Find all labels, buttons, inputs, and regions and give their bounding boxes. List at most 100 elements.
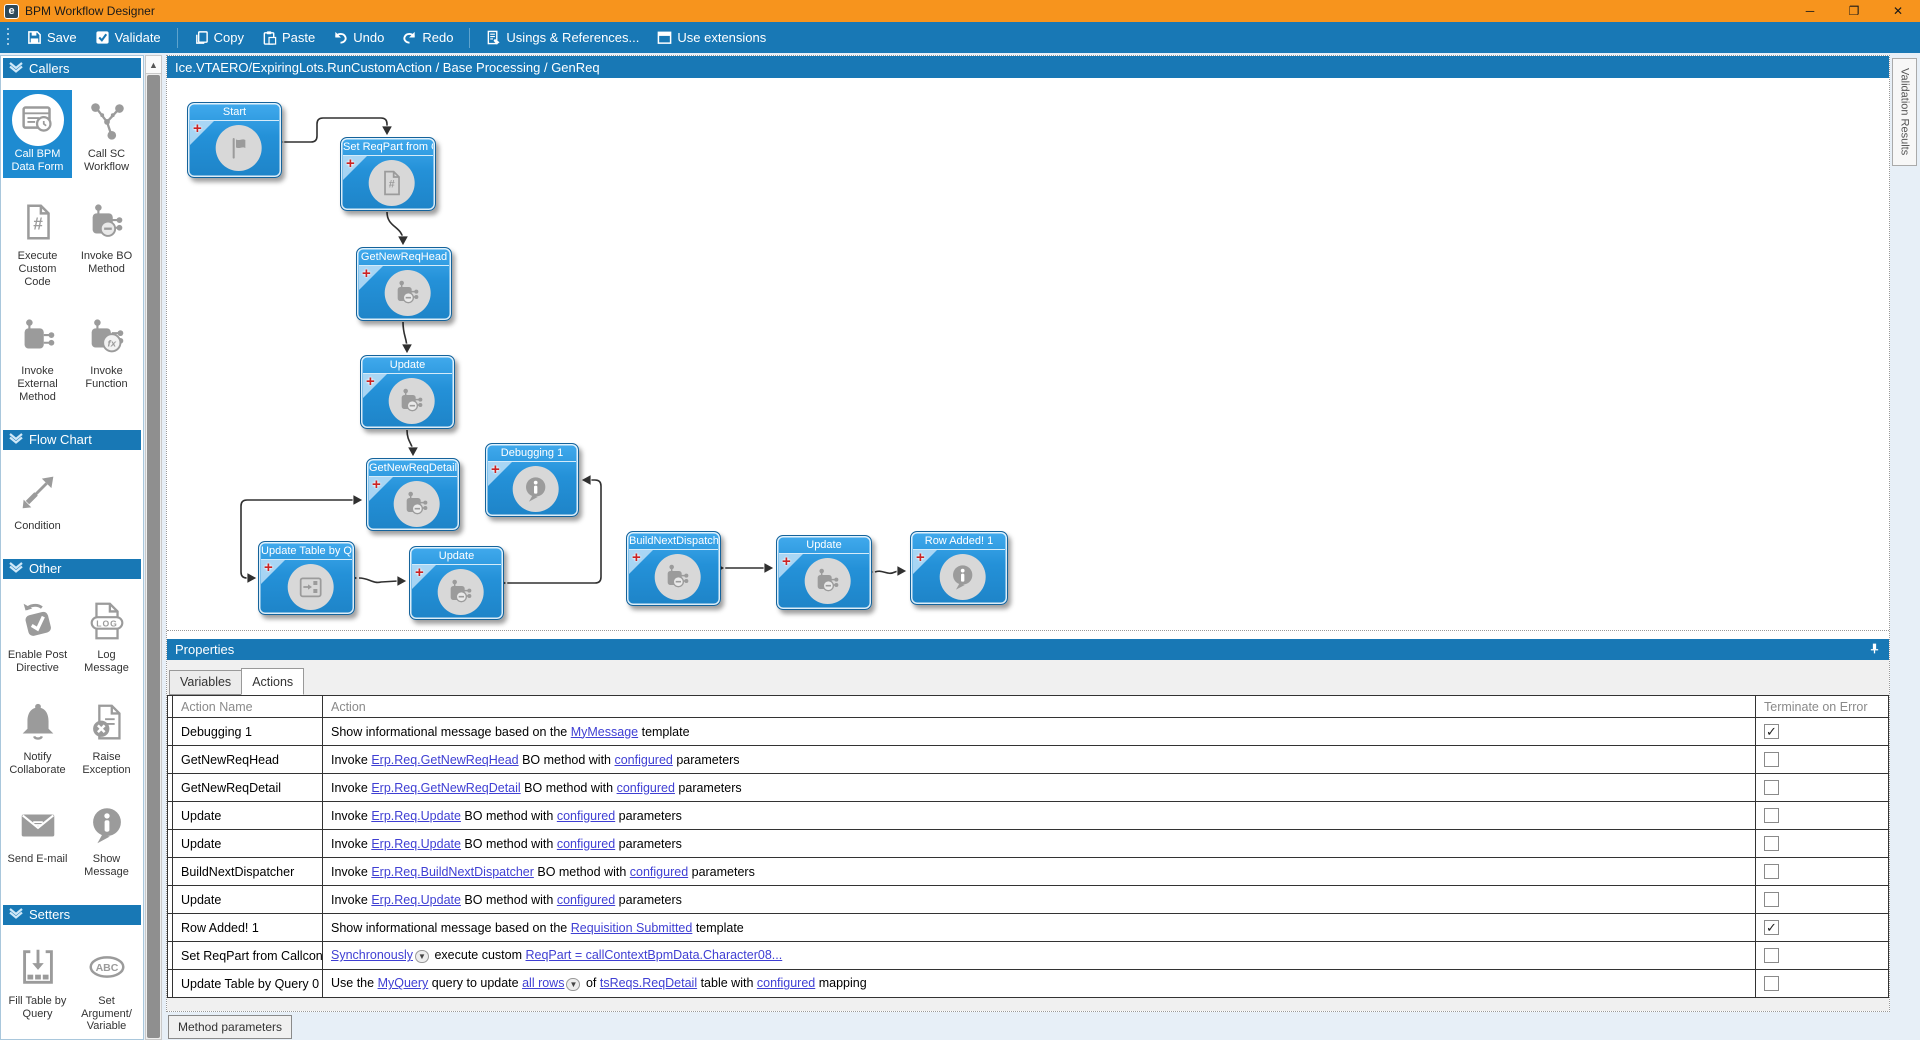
- toolbox-item-fill-table-by-query[interactable]: Fill Table by Query: [3, 937, 72, 1038]
- tab-variables[interactable]: Variables: [169, 670, 243, 695]
- action-link[interactable]: tsReqs.ReqDetail: [600, 976, 697, 990]
- terminate-checkbox[interactable]: [1764, 836, 1779, 852]
- terminate-checkbox[interactable]: [1764, 808, 1779, 824]
- column-action[interactable]: Action: [322, 695, 1756, 718]
- action-link[interactable]: ReqPart = callContextBpmData.Character08…: [526, 948, 783, 962]
- sidebar-scrollbar[interactable]: ▲: [145, 55, 162, 1040]
- toolbox-item-call-bpm-data-form[interactable]: Call BPM Data Form: [3, 90, 72, 178]
- node-add-icon[interactable]: +: [491, 462, 500, 477]
- node-add-icon[interactable]: +: [415, 565, 424, 580]
- workflow-node-buildnextdispatch[interactable]: BuildNextDispatch +: [626, 531, 721, 606]
- save-button[interactable]: Save: [18, 26, 86, 49]
- action-link[interactable]: configured: [557, 893, 615, 907]
- toolbox-item-execute-custom-code[interactable]: # Execute Custom Code: [3, 192, 72, 293]
- validation-results-tab[interactable]: Validation Results: [1892, 58, 1917, 166]
- node-add-icon[interactable]: +: [372, 477, 381, 492]
- action-link[interactable]: Erp.Req.Update: [371, 809, 461, 823]
- terminate-checkbox[interactable]: [1764, 892, 1779, 908]
- table-row[interactable]: GetNewReqHead Invoke Erp.Req.GetNewReqHea…: [167, 745, 1889, 774]
- use-extensions-button[interactable]: Use extensions: [648, 26, 775, 49]
- action-link[interactable]: Erp.Req.GetNewReqDetail: [371, 781, 520, 795]
- node-add-icon[interactable]: +: [782, 554, 791, 569]
- action-link[interactable]: configured: [757, 976, 815, 990]
- dropdown-icon[interactable]: ▼: [566, 977, 581, 991]
- toolbox-item-raise-exception[interactable]: Raise Exception: [72, 693, 141, 781]
- workflow-node-update1[interactable]: Update +: [360, 355, 455, 429]
- workflow-node-getnewreqdetail[interactable]: GetNewReqDetail +: [366, 458, 460, 531]
- workflow-node-debugging1[interactable]: Debugging 1 +: [485, 443, 579, 517]
- table-row[interactable]: GetNewReqDetail Invoke Erp.Req.GetNewReqD…: [167, 773, 1889, 802]
- tab-actions[interactable]: Actions: [241, 668, 305, 695]
- toolbox-item-invoke-bo-method[interactable]: Invoke BO Method: [72, 192, 141, 293]
- section-header-flow-chart[interactable]: Flow Chart: [3, 429, 141, 450]
- node-add-icon[interactable]: +: [632, 550, 641, 565]
- node-add-icon[interactable]: +: [362, 266, 371, 281]
- action-link[interactable]: MyQuery: [378, 976, 429, 990]
- toolbox-item-invoke-function[interactable]: fx Invoke Function: [72, 307, 141, 408]
- action-link[interactable]: Erp.Req.BuildNextDispatcher: [371, 865, 534, 879]
- action-link[interactable]: configured: [557, 809, 615, 823]
- column-action-name[interactable]: Action Name: [172, 695, 323, 718]
- workflow-node-rowadded1[interactable]: Row Added! 1 +: [910, 531, 1008, 605]
- table-row[interactable]: Row Added! 1 Show informational message b…: [167, 913, 1889, 942]
- usings-references-button[interactable]: Usings & References...: [477, 26, 648, 49]
- workflow-node-update3[interactable]: Update +: [776, 535, 872, 610]
- toolbox-item-show-message[interactable]: Show Message: [72, 795, 141, 883]
- action-link[interactable]: MyMessage: [571, 725, 638, 739]
- toolbox-item-log-message[interactable]: LOG Log Message: [72, 591, 141, 679]
- workflow-node-updatetablebyq[interactable]: Update Table by Q +: [258, 541, 355, 615]
- workflow-node-setreqpart[interactable]: Set ReqPart from C + #: [340, 137, 436, 211]
- terminate-checkbox[interactable]: ✓: [1764, 724, 1779, 740]
- validate-button[interactable]: Validate: [86, 26, 170, 49]
- scrollbar-thumb[interactable]: [147, 75, 160, 1038]
- close-button[interactable]: ✕: [1876, 0, 1920, 22]
- copy-button[interactable]: Copy: [185, 26, 253, 49]
- node-add-icon[interactable]: +: [346, 156, 355, 171]
- action-link[interactable]: Erp.Req.GetNewReqHead: [371, 753, 518, 767]
- node-add-icon[interactable]: +: [366, 374, 375, 389]
- table-row[interactable]: Update Invoke Erp.Req.Update BO method wi…: [167, 885, 1889, 914]
- table-row[interactable]: Update Invoke Erp.Req.Update BO method wi…: [167, 801, 1889, 830]
- workflow-canvas[interactable]: Start + Set ReqPart from C + # GetNewReqH…: [167, 78, 1889, 631]
- node-add-icon[interactable]: +: [916, 550, 925, 565]
- toolbox-item-notify-collaborate[interactable]: Notify Collaborate: [3, 693, 72, 781]
- method-parameters-tab[interactable]: Method parameters: [168, 1015, 293, 1039]
- terminate-checkbox[interactable]: [1764, 780, 1779, 796]
- toolbox-item-set-argument-variable[interactable]: ABC Set Argument/ Variable: [72, 937, 141, 1038]
- action-link[interactable]: Synchronously: [331, 948, 413, 962]
- minimize-button[interactable]: ─: [1788, 0, 1832, 22]
- node-add-icon[interactable]: +: [264, 560, 273, 575]
- terminate-checkbox[interactable]: [1764, 752, 1779, 768]
- table-row[interactable]: Update Invoke Erp.Req.Update BO method wi…: [167, 829, 1889, 858]
- pin-icon[interactable]: [1868, 642, 1881, 658]
- action-link[interactable]: Requisition Submitted: [571, 921, 693, 935]
- table-row[interactable]: Debugging 1 Show informational message ba…: [167, 717, 1889, 746]
- toolbox-item-condition[interactable]: Condition: [3, 462, 72, 537]
- toolbox-item-call-sc-workflow[interactable]: Call SC Workflow: [72, 90, 141, 178]
- toolbox-item-invoke-external-method[interactable]: Invoke External Method: [3, 307, 72, 408]
- action-link[interactable]: configured: [630, 865, 688, 879]
- redo-button[interactable]: Redo: [393, 26, 462, 49]
- terminate-checkbox[interactable]: ✓: [1764, 920, 1779, 936]
- toolbox-item-enable-post-directive[interactable]: Enable Post Directive: [3, 591, 72, 679]
- terminate-checkbox[interactable]: [1764, 976, 1779, 992]
- node-add-icon[interactable]: +: [193, 121, 202, 136]
- paste-button[interactable]: Paste: [253, 26, 324, 49]
- action-link[interactable]: configured: [617, 781, 675, 795]
- table-row[interactable]: Update Table by Query 0 Use the MyQuery q…: [167, 969, 1889, 998]
- undo-button[interactable]: Undo: [324, 26, 393, 49]
- action-link[interactable]: configured: [557, 837, 615, 851]
- table-row[interactable]: BuildNextDispatcher Invoke Erp.Req.BuildN…: [167, 857, 1889, 886]
- section-header-other[interactable]: Other: [3, 558, 141, 579]
- action-link[interactable]: Erp.Req.Update: [371, 893, 461, 907]
- action-link[interactable]: all rows: [522, 976, 564, 990]
- action-link[interactable]: configured: [614, 753, 672, 767]
- dropdown-icon[interactable]: ▼: [415, 949, 429, 963]
- workflow-node-getnewreqhead[interactable]: GetNewReqHead +: [356, 247, 452, 321]
- restore-button[interactable]: ❐: [1832, 0, 1876, 22]
- scroll-up-button[interactable]: ▲: [146, 56, 161, 74]
- toolbox-item-send-e-mail[interactable]: Send E-mail: [3, 795, 72, 883]
- section-header-callers[interactable]: Callers: [3, 58, 141, 78]
- table-row[interactable]: Set ReqPart from CallcontextSynchronousl…: [167, 941, 1889, 970]
- section-header-setters[interactable]: Setters: [3, 904, 141, 925]
